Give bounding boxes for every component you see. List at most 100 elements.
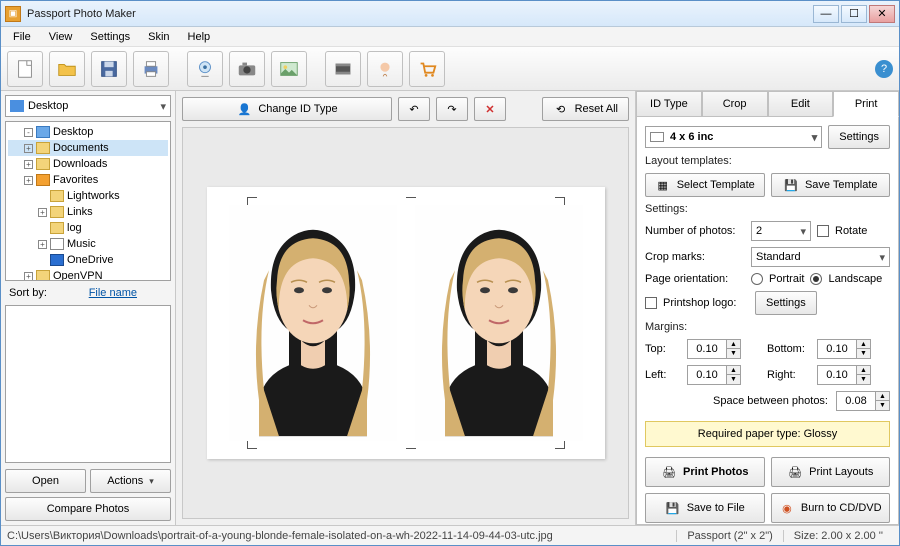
save-template-button[interactable]: 💾Save Template <box>771 173 891 197</box>
landscape-label: Landscape <box>828 273 882 285</box>
burn-cd-button[interactable]: ◉Burn to CD/DVD <box>771 493 891 523</box>
margin-top-label: Top: <box>645 343 687 355</box>
tree-node-links[interactable]: +Links <box>8 204 168 220</box>
menubar: FileViewSettingsSkinHelp <box>1 27 899 47</box>
printshop-label: Printshop logo: <box>663 297 749 309</box>
tree-node-favorites[interactable]: +Favorites <box>8 172 168 188</box>
tree-node-documents[interactable]: +Documents <box>8 140 168 156</box>
print-button[interactable] <box>133 51 169 87</box>
landscape-radio[interactable] <box>810 273 822 285</box>
rotate-checkbox[interactable] <box>817 225 829 237</box>
print-layouts-button[interactable]: 🖨Print Layouts <box>771 457 891 487</box>
diskette-icon: 💾 <box>665 500 681 516</box>
portrait-label: Portrait <box>769 273 804 285</box>
paper-icon <box>650 132 664 142</box>
print-photos-button[interactable]: 🖨Print Photos <box>645 457 765 487</box>
desktop-icon <box>10 100 24 112</box>
location-combo[interactable]: Desktop ▾ <box>5 95 171 117</box>
open-folder-button[interactable] <box>49 51 85 87</box>
new-button[interactable] <box>7 51 43 87</box>
printshop-settings-button[interactable]: Settings <box>755 291 817 315</box>
space-label: Space between photos: <box>713 395 828 407</box>
save-to-file-button[interactable]: 💾Save to File <box>645 493 765 523</box>
status-bar: C:\Users\Виктория\Downloads\portrait-of-… <box>1 525 899 545</box>
margins-label: Margins: <box>645 321 890 333</box>
rotate-right-button[interactable]: ↷ <box>436 97 468 121</box>
cart-button[interactable] <box>409 51 445 87</box>
paper-settings-button[interactable]: Settings <box>828 125 890 149</box>
image-button[interactable] <box>271 51 307 87</box>
thumbnail-list[interactable] <box>5 305 171 463</box>
passport-photo-1 <box>229 205 397 441</box>
margin-right-input[interactable]: 0.10▲▼ <box>817 365 871 385</box>
compare-photos-button[interactable]: Compare Photos <box>5 497 171 521</box>
tree-node-log[interactable]: log <box>8 220 168 236</box>
status-size: Size: 2.00 x 2.00 '' <box>783 530 893 542</box>
tree-node-downloads[interactable]: +Downloads <box>8 156 168 172</box>
menu-skin[interactable]: Skin <box>140 29 177 45</box>
rotate-left-button[interactable]: ↶ <box>398 97 430 121</box>
num-photos-label: Number of photos: <box>645 225 745 237</box>
reset-all-button[interactable]: ⟲ Reset All <box>542 97 629 121</box>
tree-node-desktop[interactable]: -Desktop <box>8 124 168 140</box>
crop-marks-select[interactable]: Standard▾ <box>751 247 890 267</box>
tab-id-type[interactable]: ID Type <box>636 91 702 117</box>
retouch-button[interactable] <box>367 51 403 87</box>
printshop-checkbox[interactable] <box>645 297 657 309</box>
delete-button[interactable]: ✕ <box>474 97 506 121</box>
passport-photo-2 <box>415 205 583 441</box>
margin-right-label: Right: <box>767 369 817 381</box>
open-button[interactable]: Open <box>5 469 86 493</box>
app-icon: ▣ <box>5 6 21 22</box>
margin-bottom-input[interactable]: 0.10▲▼ <box>817 339 871 359</box>
num-photos-select[interactable]: 2▾ <box>751 221 811 241</box>
minimize-button[interactable]: — <box>813 5 839 23</box>
camera-button[interactable] <box>229 51 265 87</box>
save-button[interactable] <box>91 51 127 87</box>
paper-size-value: 4 x 6 inc <box>670 131 713 143</box>
print-tab-body: 4 x 6 inc ▾ Settings Layout templates: ▦… <box>636 117 899 525</box>
tab-crop[interactable]: Crop <box>702 91 768 117</box>
tab-bar: ID TypeCropEditPrint <box>636 91 899 117</box>
status-passport: Passport (2" x 2") <box>676 530 782 542</box>
select-template-button[interactable]: ▦Select Template <box>645 173 765 197</box>
paper-sheet <box>207 187 605 459</box>
tab-edit[interactable]: Edit <box>768 91 834 117</box>
change-id-type-button[interactable]: 👤 Change ID Type <box>182 97 392 121</box>
movie-button[interactable] <box>325 51 361 87</box>
sort-link[interactable]: File name <box>89 287 137 299</box>
menu-help[interactable]: Help <box>180 29 219 45</box>
save-icon: 💾 <box>783 177 799 193</box>
reset-icon: ⟲ <box>553 101 569 117</box>
layouts-icon: 🖨 <box>787 464 803 480</box>
sort-by-label: Sort by: <box>9 287 47 299</box>
margin-bottom-label: Bottom: <box>767 343 817 355</box>
center-panel: 👤 Change ID Type ↶ ↷ ✕ ⟲ Reset All <box>176 91 635 525</box>
rotate-left-icon: ↶ <box>409 103 418 116</box>
maximize-button[interactable]: ☐ <box>841 5 867 23</box>
webcam-button[interactable] <box>187 51 223 87</box>
window-title: Passport Photo Maker <box>27 8 813 20</box>
tab-print[interactable]: Print <box>833 91 899 117</box>
margin-left-label: Left: <box>645 369 687 381</box>
status-path: C:\Users\Виктория\Downloads\portrait-of-… <box>7 530 676 542</box>
tree-node-music[interactable]: +Music <box>8 236 168 252</box>
menu-file[interactable]: File <box>5 29 39 45</box>
space-input[interactable]: 0.08▲▼ <box>836 391 890 411</box>
help-icon[interactable]: ? <box>875 60 893 78</box>
actions-button[interactable]: Actions <box>90 469 171 493</box>
menu-view[interactable]: View <box>41 29 81 45</box>
tree-node-onedrive[interactable]: OneDrive <box>8 252 168 268</box>
margin-left-input[interactable]: 0.10▲▼ <box>687 365 741 385</box>
close-button[interactable]: ✕ <box>869 5 895 23</box>
portrait-radio[interactable] <box>751 273 763 285</box>
menu-settings[interactable]: Settings <box>82 29 138 45</box>
paper-size-combo[interactable]: 4 x 6 inc ▾ <box>645 126 822 148</box>
tree-node-lightworks[interactable]: Lightworks <box>8 188 168 204</box>
titlebar: ▣ Passport Photo Maker — ☐ ✕ <box>1 1 899 27</box>
tree-node-openvpn[interactable]: +OpenVPN <box>8 268 168 281</box>
person-icon: 👤 <box>236 101 252 117</box>
folder-tree[interactable]: -Desktop+Documents+Downloads+FavoritesLi… <box>5 121 171 281</box>
margin-top-input[interactable]: 0.10▲▼ <box>687 339 741 359</box>
print-preview <box>182 127 629 519</box>
